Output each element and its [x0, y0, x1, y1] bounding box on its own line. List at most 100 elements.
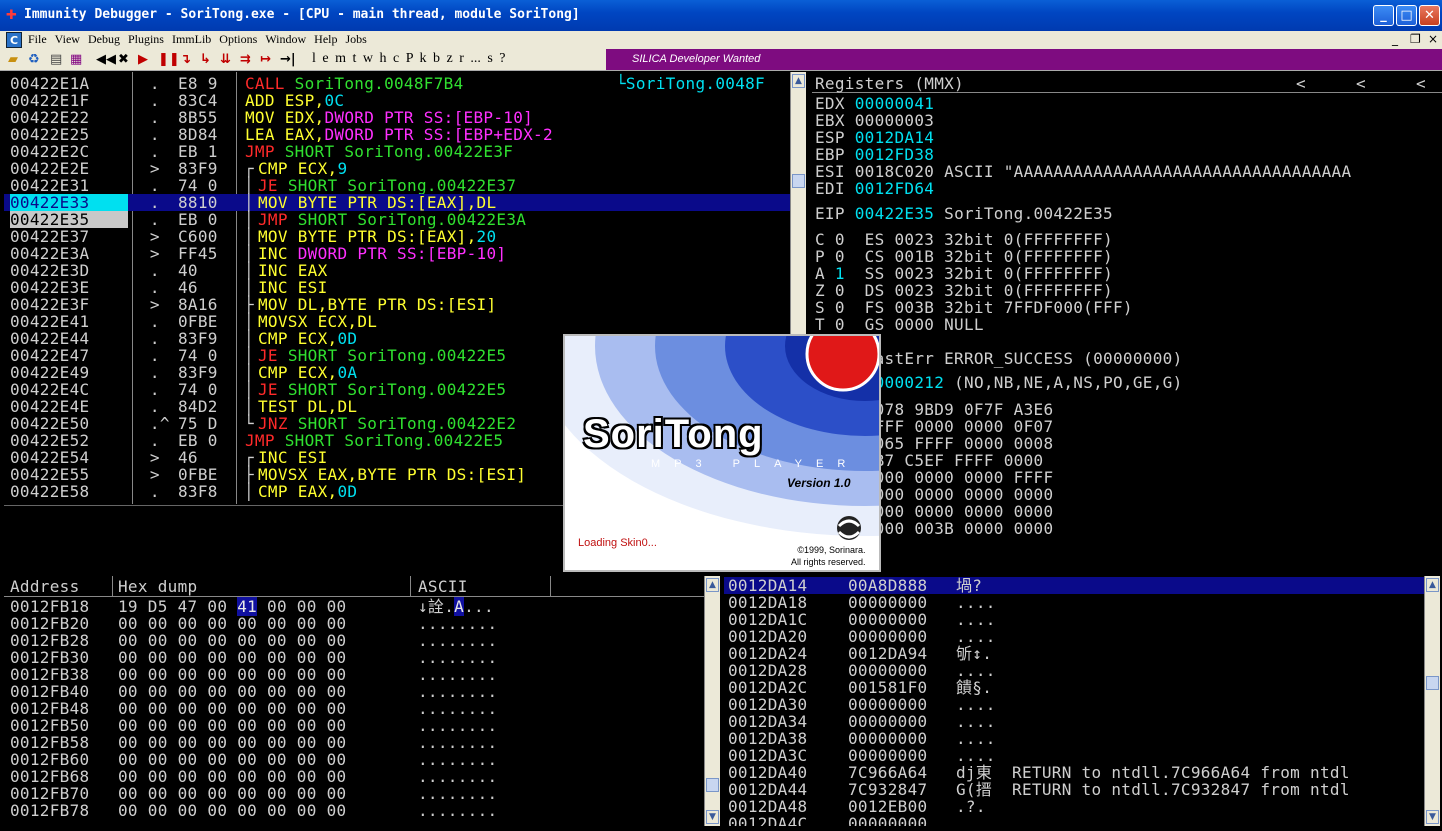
stack-row[interactable]: 0012DA30 00000000....: [724, 696, 1424, 713]
soritong-splash-window[interactable]: SoriTong MP3 PLAYER Version 1.0 Loading …: [563, 334, 881, 572]
trace-over-icon[interactable]: ⇉: [240, 52, 251, 67]
register-line[interactable]: EDI 0012FD64: [815, 180, 934, 197]
cpu-window-icon[interactable]: C: [6, 32, 22, 48]
stack-row[interactable]: 0012DA14 00A8D888 堝?: [724, 577, 1424, 594]
stack-row[interactable]: 0012DA28 00000000....: [724, 662, 1424, 679]
menu-window[interactable]: Window: [265, 32, 312, 47]
stack-row[interactable]: 0012DA34 00000000....: [724, 713, 1424, 730]
menu-plugins[interactable]: Plugins: [128, 32, 170, 47]
register-line[interactable]: P 0 CS 001B 32bit 0(FFFFFFFF): [815, 248, 1113, 265]
register-line[interactable]: ESI 0018C020 ASCII "AAAAAAAAAAAAAAAAAAAA…: [815, 163, 1351, 180]
pause-icon[interactable]: ❚❚: [158, 52, 180, 67]
menu-options[interactable]: Options: [219, 32, 263, 47]
trace-into-icon[interactable]: ⇊: [220, 52, 231, 67]
disassembly-row[interactable]: 00422E31 . 74 0 │ JE SHORT SoriTong.00422E3…: [4, 177, 790, 194]
disassembly-row[interactable]: 00422E3D . 40 │ INC EAX: [4, 262, 790, 279]
disassembly-row[interactable]: 00422E22 . 8B55 MOV EDX,DWORD PTR SS:[EBP-…: [4, 109, 790, 126]
scroll-thumb[interactable]: [792, 174, 805, 188]
register-line[interactable]: C 0 ES 0023 32bit 0(FFFFFFFF): [815, 231, 1113, 248]
disassembly-row[interactable]: 00422E33 . 8810 │ MOV BYTE PTR DS:[EAX],DL: [4, 194, 790, 211]
title-bar[interactable]: ✚ Immunity Debugger - SoriTong.exe - [CP…: [0, 0, 1442, 31]
mdi-minimize-button[interactable]: _: [1392, 32, 1398, 46]
registers-prev-arrow-icon[interactable]: <: [1356, 75, 1366, 92]
disassembly-row[interactable]: 00422E35 . EB 0 │ JMP SHORT SoriTong.00422E…: [4, 211, 790, 228]
menu-jobs[interactable]: Jobs: [346, 32, 373, 47]
disassembly-row[interactable]: 00422E1A . E8 9 CALL SoriTong.0048F7B4 └Sor…: [4, 75, 790, 92]
column-divider[interactable]: [550, 576, 551, 597]
menu-immlib[interactable]: ImmLib: [172, 32, 217, 47]
register-line[interactable]: S 0 FS 003B 32bit 7FFDF000(FFF): [815, 299, 1133, 316]
minimize-button[interactable]: _: [1373, 5, 1394, 26]
registers-header[interactable]: Registers (MMX) < < <: [812, 74, 1442, 93]
register-line[interactable]: ESP 0012DA14: [815, 129, 934, 146]
menu-debug[interactable]: Debug: [88, 32, 126, 47]
scroll-up-arrow-icon[interactable]: ▲: [792, 74, 805, 88]
disassembly-row[interactable]: 00422E3E . 46 │ INC ESI: [4, 279, 790, 296]
register-line[interactable]: Z 0 DS 0023 32bit 0(FFFFFFFF): [815, 282, 1113, 299]
stack-row[interactable]: 0012DA20 00000000....: [724, 628, 1424, 645]
stack-pane[interactable]: 0012DA14 00A8D888 堝? 0012DA18 00000000.... 00…: [724, 576, 1442, 826]
registers-prev-arrow-icon[interactable]: <: [1296, 75, 1306, 92]
restart-icon[interactable]: ♻: [28, 52, 40, 67]
hex-dump-column-header[interactable]: Hex dump: [118, 578, 197, 595]
open-folder-icon[interactable]: ▰: [8, 52, 18, 67]
disassembly-row[interactable]: 00422E2C . EB 1 JMP SHORT SoriTong.00422E3…: [4, 143, 790, 160]
hex-dump-pane[interactable]: Address Hex dump ASCII 0012FB18 19 D5 47 …: [4, 576, 720, 826]
window-shortcut-letters[interactable]: l e m t w h c P k b z r ... s ?: [312, 51, 506, 67]
disassembly-row[interactable]: 00422E37 > C600 │ MOV BYTE PTR DS:[EAX],20: [4, 228, 790, 245]
run-icon[interactable]: ▶: [138, 52, 148, 67]
silica-banner[interactable]: SILICA Developer Wanted: [606, 49, 1442, 70]
grid-icon[interactable]: ▦: [70, 52, 82, 67]
registers-pane[interactable]: Registers (MMX) < < < EDX 00000041 EBX 00…: [812, 72, 1442, 572]
registers-prev-arrow-icon[interactable]: <: [1416, 75, 1426, 92]
execute-till-return-icon[interactable]: ↦: [260, 52, 271, 67]
register-line[interactable]: EBX 00000003: [815, 112, 934, 129]
scroll-thumb[interactable]: [706, 778, 719, 792]
disassembly-row[interactable]: 00422E3A > FF45 │ INC DWORD PTR SS:[EBP-10]: [4, 245, 790, 262]
ascii-column-header[interactable]: ASCII: [418, 578, 468, 595]
rewind-icon[interactable]: ◀◀: [96, 52, 116, 67]
register-line[interactable]: EBP 0012FD38: [815, 146, 934, 163]
stack-row[interactable]: 0012DA44 7C932847 G(搢 RETURN to ntdll.7C93…: [724, 781, 1424, 798]
terminal-icon[interactable]: ▤: [50, 52, 62, 67]
go-to-icon[interactable]: →|: [280, 52, 296, 67]
disassembly-row[interactable]: 00422E25 . 8D84 LEA EAX,DWORD PTR SS:[EBP+…: [4, 126, 790, 143]
stack-row[interactable]: 0012DA24 0012DA94 斪↕.: [724, 645, 1424, 662]
scroll-up-arrow-icon[interactable]: ▲: [706, 578, 719, 592]
scroll-up-arrow-icon[interactable]: ▲: [1426, 578, 1439, 592]
menu-help[interactable]: Help: [314, 32, 343, 47]
close-button[interactable]: ✕: [1419, 5, 1440, 26]
disassembly-row[interactable]: 00422E3F >8A16 ├ MOV DL,BYTE PTR DS:[ESI]: [4, 296, 790, 313]
column-divider[interactable]: [410, 576, 411, 597]
disassembly-row[interactable]: 00422E41 . 0FBE │ MOVSX ECX,DL: [4, 313, 790, 330]
register-line[interactable]: A 1 SS 0023 32bit 0(FFFFFFFF): [815, 265, 1113, 282]
stack-row[interactable]: 0012DA3C 00000000....: [724, 747, 1424, 764]
register-line[interactable]: T 0 GS 0000 NULL: [815, 316, 984, 333]
stack-row[interactable]: 0012DA2C 001581F0 饋§.: [724, 679, 1424, 696]
dump-scrollbar[interactable]: ▲ ▼: [704, 576, 720, 826]
stack-row[interactable]: 0012DA40 7C966A64 dj東 RETURN to ntdll.7C96…: [724, 764, 1424, 781]
scroll-thumb[interactable]: [1426, 676, 1439, 690]
scroll-down-arrow-icon[interactable]: ▼: [1426, 810, 1439, 824]
register-line[interactable]: EDX 00000041: [815, 95, 934, 112]
stack-row[interactable]: 0012DA48 0012EB00.?.: [724, 798, 1424, 815]
step-into-icon[interactable]: ↴: [180, 52, 191, 67]
stack-row[interactable]: 0012DA38 00000000....: [724, 730, 1424, 747]
disassembly-row[interactable]: 00422E1F . 83C4 ADD ESP,0C: [4, 92, 790, 109]
address-column-header[interactable]: Address: [10, 578, 80, 595]
stack-row[interactable]: 0012DA18 00000000....: [724, 594, 1424, 611]
menu-view[interactable]: View: [55, 32, 86, 47]
register-line[interactable]: EIP 00422E35 SoriTong.00422E35: [815, 205, 1113, 222]
column-divider[interactable]: [112, 576, 113, 597]
mdi-restore-button[interactable]: ❐: [1410, 32, 1421, 46]
maximize-button[interactable]: □: [1396, 5, 1417, 26]
stack-scrollbar[interactable]: ▲ ▼: [1424, 576, 1440, 826]
step-over-icon[interactable]: ↳: [200, 52, 211, 67]
close-process-icon[interactable]: ✖: [118, 52, 129, 67]
menu-file[interactable]: File: [28, 32, 53, 47]
stack-row[interactable]: 0012DA4C 00000000: [724, 815, 1424, 826]
disassembly-row[interactable]: 00422E2E >83F9 ┌ CMP ECX,9: [4, 160, 790, 177]
mdi-close-button[interactable]: ×: [1428, 32, 1438, 46]
scroll-down-arrow-icon[interactable]: ▼: [706, 810, 719, 824]
stack-row[interactable]: 0012DA1C 00000000....: [724, 611, 1424, 628]
